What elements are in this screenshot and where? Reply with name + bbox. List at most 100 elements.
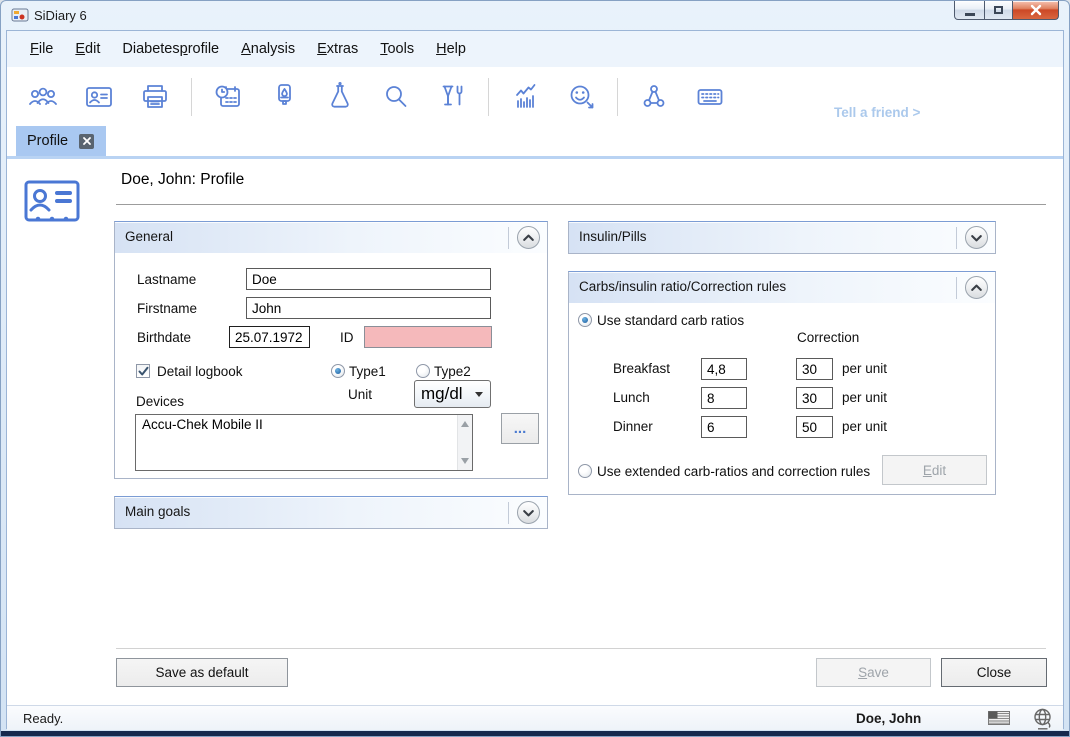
expand-main-goals-button[interactable] (517, 501, 540, 524)
birthdate-label: Birthdate (137, 330, 191, 345)
window-title: SiDiary 6 (34, 8, 87, 23)
save-button[interactable]: Save (816, 658, 931, 687)
menu-analysis[interactable]: Analysis (230, 36, 306, 62)
wellbeing-icon[interactable] (565, 81, 597, 113)
firstname-input[interactable] (246, 297, 491, 319)
expand-insulin-pills-button[interactable] (965, 226, 988, 249)
lunch-ratio-input[interactable] (701, 387, 747, 409)
check-icon (138, 366, 149, 377)
tab-close-button[interactable] (79, 134, 94, 149)
lab-flask-icon[interactable] (324, 81, 356, 113)
maximize-icon (994, 6, 1003, 14)
collapse-carbs-button[interactable] (965, 276, 988, 299)
users-icon[interactable] (27, 81, 59, 113)
menu-extras[interactable]: Extras (306, 36, 369, 62)
id-label: ID (340, 330, 354, 345)
globe-icon[interactable] (1031, 707, 1054, 731)
devices-scrollbar[interactable] (457, 415, 472, 470)
edit-button[interactable]: Edit (882, 455, 987, 485)
chevron-down-icon (966, 227, 987, 249)
statistics-icon[interactable] (509, 81, 541, 113)
page-title: Doe, John: Profile (121, 171, 244, 189)
toolbar-separator (617, 78, 618, 116)
scroll-up-icon[interactable] (461, 421, 469, 427)
insulin-pills-panel-title: Insulin/Pills (579, 229, 647, 244)
breakfast-label: Breakfast (613, 361, 670, 376)
carbs-ratio-panel: Carbs/insulin ratio/Correction rules Use… (568, 271, 996, 495)
devices-more-button[interactable]: ... (501, 413, 539, 444)
footer-divider (116, 648, 1046, 649)
close-icon (1030, 4, 1042, 16)
lunch-per-unit-label: per unit (842, 390, 887, 405)
dinner-per-unit-label: per unit (842, 419, 887, 434)
close-icon (83, 137, 91, 145)
breakfast-correction-input[interactable] (796, 358, 833, 380)
lastname-input[interactable] (246, 268, 491, 290)
close-button[interactable]: Close (941, 658, 1047, 687)
breakfast-ratio-input[interactable] (701, 358, 747, 380)
window-controls (955, 1, 1059, 20)
device-list-item[interactable]: Accu-Chek Mobile II (136, 415, 472, 434)
unit-dropdown[interactable]: mg/dl (414, 380, 491, 408)
header-separator (956, 227, 957, 249)
chevron-down-icon (475, 392, 483, 397)
menu-help[interactable]: Help (425, 36, 477, 62)
main-goals-panel-title: Main goals (125, 504, 190, 519)
birthdate-input[interactable] (229, 326, 310, 348)
tab-profile[interactable]: Profile (16, 126, 106, 156)
menu-bar: File Edit Diabetesprofile Analysis Extra… (7, 31, 1063, 67)
main-goals-panel-header: Main goals (115, 497, 547, 528)
type2-radio[interactable] (416, 364, 430, 378)
minimize-icon (965, 13, 975, 16)
carbs-ratio-panel-title: Carbs/insulin ratio/Correction rules (579, 279, 786, 294)
chevron-up-icon (966, 277, 987, 299)
share-icon[interactable] (638, 81, 670, 113)
application-window: SiDiary 6 File Edit Diabetesprofile Anal… (0, 0, 1070, 737)
profile-card-icon[interactable] (83, 81, 115, 113)
menu-edit[interactable]: Edit (64, 36, 111, 62)
glucose-meter-icon[interactable] (268, 81, 300, 113)
id-input[interactable] (364, 326, 492, 348)
collapse-general-button[interactable] (517, 226, 540, 249)
lastname-label: Lastname (137, 272, 196, 287)
close-window-button[interactable] (1012, 1, 1059, 20)
calendar-clock-icon[interactable] (212, 81, 244, 113)
standard-carb-ratios-radio[interactable] (578, 313, 592, 327)
general-panel: General Lastname Firstname Birthdate ID … (114, 221, 548, 479)
extended-carb-ratios-radio[interactable] (578, 464, 592, 478)
food-icon[interactable] (436, 81, 468, 113)
chevron-up-icon (518, 227, 539, 249)
menu-diabetesprofile[interactable]: Diabetesprofile (111, 36, 230, 62)
type1-label: Type1 (349, 364, 386, 379)
menu-tools[interactable]: Tools (369, 36, 425, 62)
firstname-label: Firstname (137, 301, 197, 316)
heading-divider (116, 204, 1046, 205)
printer-icon[interactable] (139, 81, 171, 113)
dinner-ratio-input[interactable] (701, 416, 747, 438)
general-panel-title: General (125, 229, 173, 244)
menu-file[interactable]: File (19, 36, 64, 62)
us-flag-icon[interactable] (988, 711, 1010, 725)
correction-column-header: Correction (797, 330, 859, 345)
main-goals-panel: Main goals (114, 496, 548, 529)
type2-label: Type2 (434, 364, 471, 379)
minimize-button[interactable] (954, 1, 985, 20)
devices-listbox[interactable]: Accu-Chek Mobile II (135, 414, 473, 471)
tab-bar: Profile (7, 126, 1063, 159)
window-bottom-edge (1, 731, 1069, 736)
devices-label: Devices (136, 394, 184, 409)
scroll-down-icon[interactable] (461, 458, 469, 464)
save-as-default-button[interactable]: Save as default (116, 658, 288, 687)
general-panel-header: General (115, 222, 547, 253)
lunch-correction-input[interactable] (796, 387, 833, 409)
detail-logbook-checkbox[interactable] (136, 364, 150, 378)
chevron-down-icon (518, 502, 539, 524)
keyboard-icon[interactable] (694, 81, 726, 113)
dinner-correction-input[interactable] (796, 416, 833, 438)
maximize-button[interactable] (984, 1, 1013, 20)
type1-radio[interactable] (331, 364, 345, 378)
toolbar-separator (191, 78, 192, 116)
search-icon[interactable] (380, 81, 412, 113)
tell-a-friend-link[interactable]: Tell a friend > (834, 105, 920, 120)
app-icon (11, 7, 29, 23)
